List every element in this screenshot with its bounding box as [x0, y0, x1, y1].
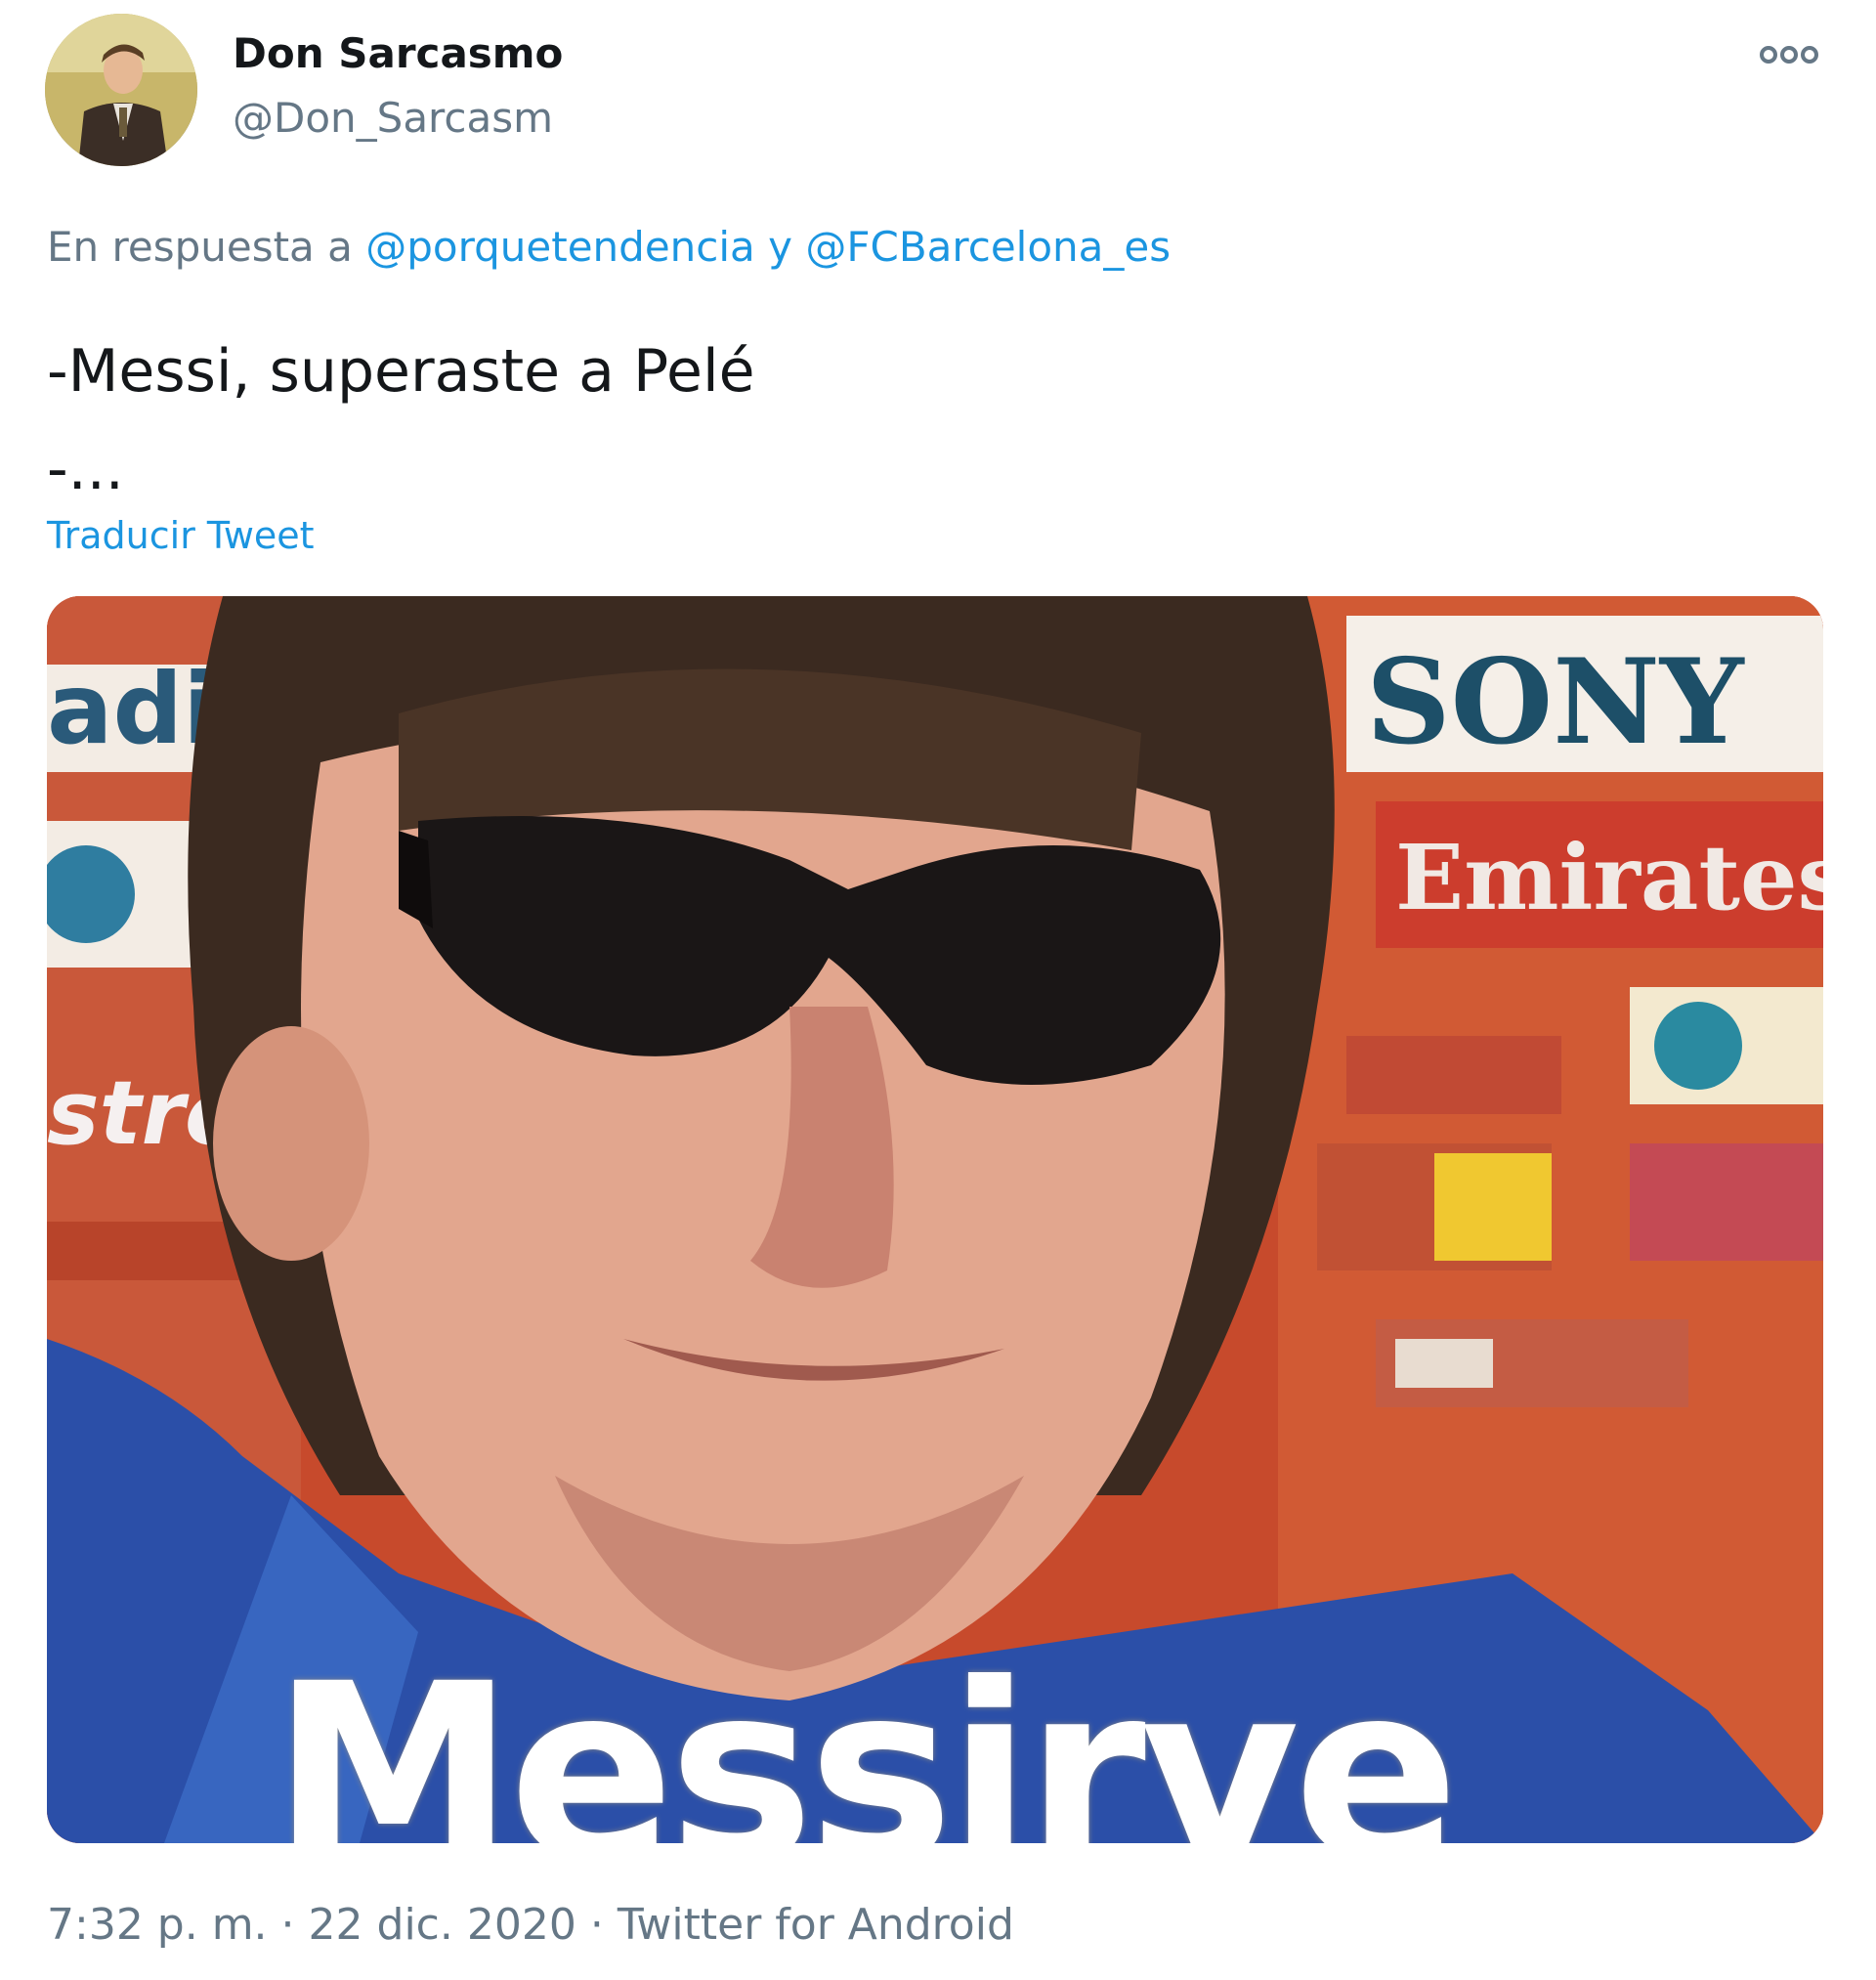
tweet-date[interactable]: 22 dic. 2020: [309, 1900, 576, 1950]
reply-prefix: En respuesta a: [47, 223, 353, 271]
tweet-source[interactable]: Twitter for Android: [618, 1900, 1014, 1950]
sponsor-label: Emirates: [1395, 825, 1823, 930]
meta-separator: ·: [589, 1900, 604, 1950]
sponsor-label: adi: [47, 652, 216, 766]
tweet-media-image[interactable]: adi strom SONY Emirates Messirve: [47, 596, 1823, 1843]
display-name[interactable]: Don Sarcasmo: [233, 29, 563, 77]
mention-link[interactable]: @porquetendencia: [365, 223, 755, 271]
reply-context: En respuesta a @porquetendencia y @FCBar…: [47, 223, 1171, 271]
tweet-metadata: 7:32 p. m. · 22 dic. 2020 · Twitter for …: [47, 1900, 1014, 1950]
avatar-image: [45, 14, 197, 166]
sponsor-label: SONY: [1366, 633, 1745, 771]
tweet-text-line: -...: [47, 435, 124, 503]
tweet-card: Don Sarcasmo @Don_Sarcasm En respuesta a…: [0, 0, 1876, 1980]
more-options-icon[interactable]: [1755, 35, 1823, 74]
tweet-text-line: -Messi, superaste a Pelé: [47, 337, 755, 406]
reply-conjunction: y: [768, 223, 793, 271]
mention-link[interactable]: @FCBarcelona_es: [805, 223, 1171, 271]
user-handle[interactable]: @Don_Sarcasm: [233, 94, 553, 142]
tweet-text: -Messi, superaste a Pelé -...: [47, 323, 755, 518]
meta-separator: ·: [280, 1900, 295, 1950]
tweet-time[interactable]: 7:32 p. m.: [47, 1900, 268, 1950]
meme-caption: Messirve: [272, 1631, 1459, 1844]
translate-tweet-link[interactable]: Traducir Tweet: [47, 514, 315, 557]
avatar[interactable]: [45, 14, 197, 166]
